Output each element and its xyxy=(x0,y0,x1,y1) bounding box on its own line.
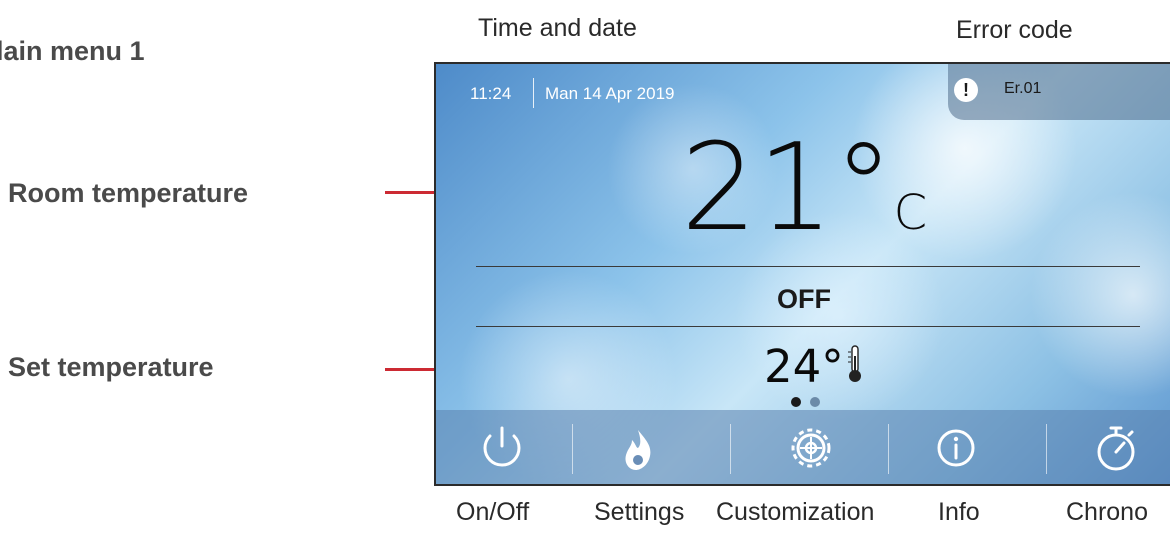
menu-divider xyxy=(572,424,573,474)
error-code-label: Error code xyxy=(956,16,1073,44)
settings-label: Settings xyxy=(594,498,685,526)
clock-date[interactable]: Man 14 Apr 2019 xyxy=(545,84,674,104)
on-off-button[interactable] xyxy=(452,410,552,484)
room-temperature-display: 21°C xyxy=(436,124,1170,278)
settings-button[interactable] xyxy=(588,410,688,484)
bottom-menu-bar xyxy=(436,410,1170,484)
page-dot[interactable] xyxy=(810,397,820,407)
error-code-value[interactable]: Er.01 xyxy=(1004,80,1041,98)
gear-icon xyxy=(761,428,861,484)
info-icon xyxy=(906,429,1006,484)
page-dot-active[interactable] xyxy=(791,397,801,407)
stopwatch-icon xyxy=(1066,426,1166,484)
divider-top xyxy=(476,266,1140,267)
on-off-label: On/Off xyxy=(456,498,530,526)
room-temperature-value: 21 xyxy=(680,119,834,258)
menu-divider xyxy=(1046,424,1047,474)
time-and-date-label: Time and date xyxy=(478,14,637,42)
chrono-button[interactable] xyxy=(1066,410,1166,484)
room-temperature-unit: C xyxy=(893,185,928,241)
operating-state: OFF xyxy=(777,284,831,314)
flame-icon xyxy=(588,430,688,484)
power-icon xyxy=(452,426,552,484)
warning-icon[interactable]: ! xyxy=(954,78,978,102)
chrono-label: Chrono xyxy=(1066,498,1148,526)
set-temperature-label: Set temperature xyxy=(8,352,214,382)
menu-divider xyxy=(730,424,731,474)
degree-symbol: ° xyxy=(833,119,894,258)
divider-bottom xyxy=(476,326,1140,327)
customization-button[interactable] xyxy=(761,410,861,484)
main-menu-label: lain menu 1 xyxy=(0,36,145,66)
thermometer-icon xyxy=(846,344,864,389)
thermostat-screen: 11:24 Man 14 Apr 2019 ! Er.01 21°C OFF 2… xyxy=(434,62,1170,486)
set-degree-symbol: ° xyxy=(821,340,844,393)
customization-label: Customization xyxy=(716,498,875,526)
info-button[interactable] xyxy=(906,410,1006,484)
time-date-divider xyxy=(533,78,534,108)
room-temperature-label: Room temperature xyxy=(8,178,249,208)
info-label: Info xyxy=(938,498,980,526)
error-panel[interactable] xyxy=(948,64,1170,120)
clock-time[interactable]: 11:24 xyxy=(470,84,511,104)
set-temperature-value: 24 xyxy=(764,340,822,393)
menu-divider xyxy=(888,424,889,474)
set-temperature-display[interactable]: 24° xyxy=(764,340,844,393)
